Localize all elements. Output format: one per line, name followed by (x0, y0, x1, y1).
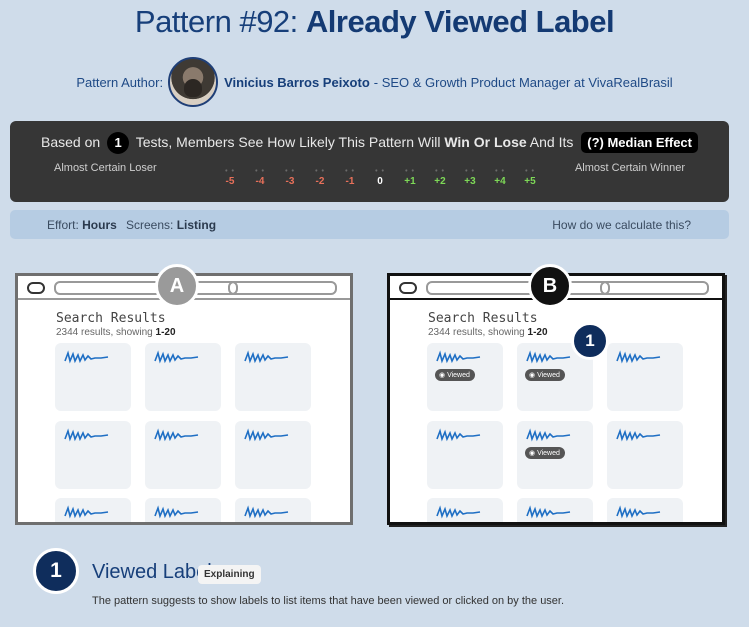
title-prefix: Pattern #92: (134, 4, 298, 39)
results-count: 2344 results, showing 1-20 (428, 327, 548, 338)
list-item[interactable] (145, 343, 221, 411)
title-main: Already Viewed Label (305, 4, 615, 39)
list-item[interactable] (235, 421, 311, 489)
scale-tick: • • -4 (255, 168, 265, 187)
screens-info: Screens: Listing (126, 218, 217, 232)
median-effect-button[interactable]: (?) Median Effect (581, 132, 698, 153)
author-row: Pattern Author: Vinicius Barros Peixoto … (0, 57, 749, 107)
url-bar (54, 281, 238, 295)
scribble-icon (154, 350, 199, 364)
list-item[interactable] (145, 498, 221, 522)
how-calculate-link[interactable]: How do we calculate this? (552, 218, 691, 232)
scribble-icon (244, 350, 289, 364)
scribble-icon (616, 428, 661, 442)
scribble-icon (526, 350, 571, 364)
list-item[interactable]: ◉ Viewed (427, 343, 503, 411)
summary-line: Based on 1 Tests, Members See How Likely… (10, 132, 729, 155)
explaining-badge: Explaining (198, 565, 261, 584)
variant-b-badge: B (528, 264, 572, 308)
scale-tick: • • -5 (225, 168, 235, 187)
scribble-icon (526, 428, 571, 442)
scribble-icon (436, 350, 481, 364)
author-role: - SEO & Growth Product Manager at VivaRe… (373, 74, 673, 90)
scale-tick: • • +4 (494, 168, 506, 187)
list-item[interactable] (235, 498, 311, 522)
viewed-badge: ◉ Viewed (525, 447, 565, 459)
effort-info: Effort: Hours (47, 218, 117, 232)
url-bar-right (228, 281, 337, 295)
scribble-icon (244, 505, 289, 519)
scale-tick: • • +1 (404, 168, 416, 187)
list-item[interactable] (427, 498, 503, 522)
list-item[interactable] (55, 343, 131, 411)
variant-a-wireframe: Search Results 2344 results, showing 1-2… (15, 273, 353, 525)
browser-icon (399, 282, 417, 294)
author-name[interactable]: Vinicius Barros Peixoto (224, 75, 370, 90)
likelihood-scale: • • -5 • • -4 • • -3 • • -2 • • -1 • • 0 • • +1… (210, 168, 540, 193)
based-on-text: Based on (41, 134, 101, 150)
search-results-heading: Search Results (428, 311, 538, 326)
scribble-icon (244, 428, 289, 442)
avatar (168, 57, 219, 107)
explain-text: The pattern suggests to show labels to l… (92, 595, 565, 607)
scribble-icon (154, 505, 199, 519)
viewed-badge: ◉ Viewed (435, 369, 475, 381)
scale-tick: • • +5 (524, 168, 536, 187)
summary-middle-text: Tests, Members See How Likely This Patte… (135, 134, 441, 150)
scribble-icon (436, 505, 481, 519)
list-item[interactable] (607, 498, 683, 522)
explain-number: 1 (33, 548, 79, 594)
url-bar (426, 281, 610, 295)
scribble-icon (64, 350, 109, 364)
scale-tick: • • -3 (285, 168, 295, 187)
variant-b-wireframe: Search Results 2344 results, showing 1-2… (387, 273, 725, 525)
scale-tick: • • +3 (464, 168, 476, 187)
scale-tick: • • -1 (345, 168, 355, 187)
scribble-icon (526, 505, 571, 519)
browser-icon (27, 282, 45, 294)
list-item[interactable] (517, 498, 593, 522)
page-title: Pattern #92: Already Viewed Label (0, 4, 749, 40)
scribble-icon (64, 505, 109, 519)
viewed-badge: ◉ Viewed (525, 369, 565, 381)
scale-tick: • • +2 (434, 168, 446, 187)
url-bar-right (600, 281, 709, 295)
tests-count: 1 (107, 132, 130, 155)
callout-marker[interactable]: 1 (571, 322, 609, 360)
win-or-lose-text: Win Or Lose (444, 134, 527, 150)
list-item[interactable] (235, 343, 311, 411)
list-item[interactable] (55, 421, 131, 489)
search-results-heading: Search Results (56, 311, 166, 326)
effort-bar: Effort: Hours Screens: Listing How do we… (10, 210, 729, 239)
list-item[interactable] (55, 498, 131, 522)
list-item[interactable] (427, 421, 503, 489)
scribble-icon (436, 428, 481, 442)
scribble-icon (64, 428, 109, 442)
results-count: 2344 results, showing 1-20 (56, 327, 176, 338)
variant-a-badge: A (155, 264, 199, 308)
scale-tick: • • 0 (375, 168, 385, 187)
list-item[interactable] (607, 421, 683, 489)
scale-tick: • • -2 (315, 168, 325, 187)
list-item[interactable] (145, 421, 221, 489)
winner-label: Almost Certain Winner (574, 162, 685, 174)
scribble-icon (616, 505, 661, 519)
author-label: Pattern Author: (76, 74, 164, 90)
list-item[interactable]: ◉ Viewed (517, 421, 593, 489)
summary-bar: Based on 1 Tests, Members See How Likely… (10, 121, 729, 202)
scribble-icon (154, 428, 199, 442)
list-item[interactable] (607, 343, 683, 411)
loser-label: Almost Certain Loser (54, 162, 157, 174)
and-its-text: And Its (529, 134, 574, 150)
scribble-icon (616, 350, 661, 364)
